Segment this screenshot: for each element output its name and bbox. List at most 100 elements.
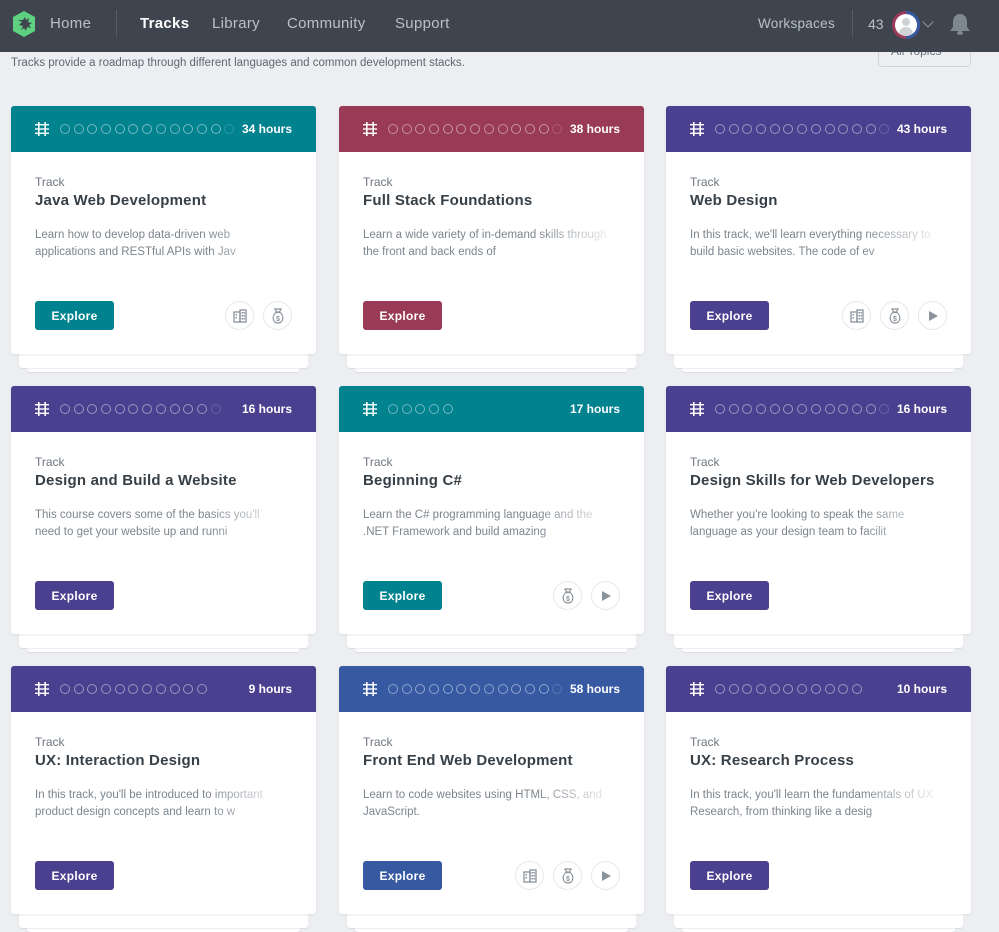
progress-dot (824, 684, 835, 694)
track-title[interactable]: Front End Web Development (363, 752, 573, 769)
track-card: 34 hours Track Java Web Development Lear… (11, 106, 316, 372)
play-icon[interactable] (591, 861, 620, 890)
track-title[interactable]: Java Web Development (35, 192, 206, 209)
track-card-body[interactable]: 16 hours Track Design Skills for Web Dev… (666, 386, 971, 634)
track-card: 43 hours Track Web Design In this track,… (666, 106, 971, 372)
track-description: Learn a wide variety of in-demand skills… (363, 229, 607, 258)
track-card: 9 hours Track UX: Interaction Design In … (11, 666, 316, 932)
top-navigation-bar: Home Tracks Library Community Support Wo… (0, 0, 999, 52)
progress-dot (470, 684, 481, 694)
nav-community[interactable]: Community (287, 0, 366, 48)
avatar[interactable] (892, 11, 920, 39)
resource-icons: $ (553, 581, 620, 610)
track-card-body[interactable]: 38 hours Track Full Stack Foundations Le… (339, 106, 644, 354)
workspace-icon[interactable] (842, 301, 871, 330)
progress-dot (879, 124, 890, 134)
progress-dot (429, 124, 440, 134)
money-bag-icon[interactable]: $ (553, 861, 582, 890)
track-description: Whether you're looking to speak the same… (690, 509, 905, 538)
track-card-body[interactable]: 43 hours Track Web Design In this track,… (666, 106, 971, 354)
explore-button[interactable]: Explore (690, 861, 769, 890)
explore-button[interactable]: Explore (690, 301, 769, 330)
progress-dot (769, 124, 780, 134)
track-card: 38 hours Track Full Stack Foundations Le… (339, 106, 644, 372)
nav-home[interactable]: Home (50, 0, 91, 48)
resource-icons: $ (515, 861, 620, 890)
explore-button[interactable]: Explore (35, 581, 114, 610)
track-card-body[interactable]: 58 hours Track Front End Web Development… (339, 666, 644, 914)
card-header: 34 hours (11, 106, 316, 152)
track-hours: 17 hours (569, 402, 620, 416)
track-card-body[interactable]: 10 hours Track UX: Research Process In t… (666, 666, 971, 914)
progress-dot (838, 684, 849, 694)
track-icon (690, 402, 704, 416)
track-title[interactable]: Beginning C# (363, 472, 462, 489)
card-header: 10 hours (666, 666, 971, 712)
explore-button[interactable]: Explore (363, 861, 442, 890)
track-title[interactable]: UX: Interaction Design (35, 752, 200, 769)
nav-workspaces[interactable]: Workspaces (758, 0, 835, 48)
money-bag-icon[interactable]: $ (880, 301, 909, 330)
workspace-icon[interactable] (225, 301, 254, 330)
progress-dot (210, 404, 221, 414)
progress-dot (838, 124, 849, 134)
track-card-body[interactable]: 17 hours Track Beginning C# Learn the C#… (339, 386, 644, 634)
track-title[interactable]: Full Stack Foundations (363, 192, 532, 209)
card-header: 58 hours (339, 666, 644, 712)
progress-dot (865, 404, 876, 414)
card-header: 38 hours (339, 106, 644, 152)
track-card: 16 hours Track Design Skills for Web Dev… (666, 386, 971, 652)
treehouse-logo[interactable] (11, 10, 37, 38)
progress-dot (442, 124, 453, 134)
progress-dot (87, 124, 98, 134)
explore-button[interactable]: Explore (35, 861, 114, 890)
progress-dot (783, 124, 794, 134)
track-title[interactable]: Design Skills for Web Developers (690, 472, 935, 489)
progress-dot (60, 684, 70, 694)
progress-dots (388, 124, 563, 134)
card-header: 17 hours (339, 386, 644, 432)
explore-button[interactable]: Explore (35, 301, 114, 330)
progress-dots (60, 404, 221, 414)
progress-dot (769, 684, 780, 694)
progress-dot (483, 684, 494, 694)
progress-dot (155, 684, 166, 694)
progress-dot (224, 124, 235, 134)
explore-button[interactable]: Explore (363, 301, 442, 330)
track-title[interactable]: Web Design (690, 192, 778, 209)
money-bag-icon[interactable]: $ (263, 301, 292, 330)
explore-button[interactable]: Explore (363, 581, 442, 610)
track-title[interactable]: UX: Research Process (690, 752, 854, 769)
nav-tracks[interactable]: Tracks (140, 0, 189, 48)
track-card-body[interactable]: 9 hours Track UX: Interaction Design In … (11, 666, 316, 914)
progress-dot (210, 124, 221, 134)
track-description: In this track, we'll learn everything ne… (690, 229, 931, 258)
workspace-icon[interactable] (515, 861, 544, 890)
progress-dots (60, 684, 207, 694)
nav-support[interactable]: Support (395, 0, 450, 48)
progress-dot (497, 124, 508, 134)
track-card: 10 hours Track UX: Research Process In t… (666, 666, 971, 932)
play-icon[interactable] (591, 581, 620, 610)
progress-dot (756, 684, 767, 694)
track-icon (363, 122, 377, 136)
track-card-body[interactable]: 34 hours Track Java Web Development Lear… (11, 106, 316, 354)
play-icon[interactable] (918, 301, 947, 330)
progress-dot (87, 684, 98, 694)
track-card-body[interactable]: 16 hours Track Design and Build a Websit… (11, 386, 316, 634)
progress-dot (183, 404, 194, 414)
progress-dot (183, 124, 194, 134)
chevron-down-icon[interactable] (922, 16, 934, 28)
explore-button[interactable]: Explore (690, 581, 769, 610)
card-header: 9 hours (11, 666, 316, 712)
bell-icon[interactable] (949, 12, 971, 36)
progress-dot (783, 684, 794, 694)
track-icon (35, 682, 49, 696)
track-hours: 58 hours (569, 682, 620, 696)
track-title[interactable]: Design and Build a Website (35, 472, 237, 489)
nav-library[interactable]: Library (212, 0, 260, 48)
progress-dot (838, 404, 849, 414)
progress-dot (169, 404, 180, 414)
money-bag-icon[interactable]: $ (553, 581, 582, 610)
progress-dot (114, 684, 125, 694)
